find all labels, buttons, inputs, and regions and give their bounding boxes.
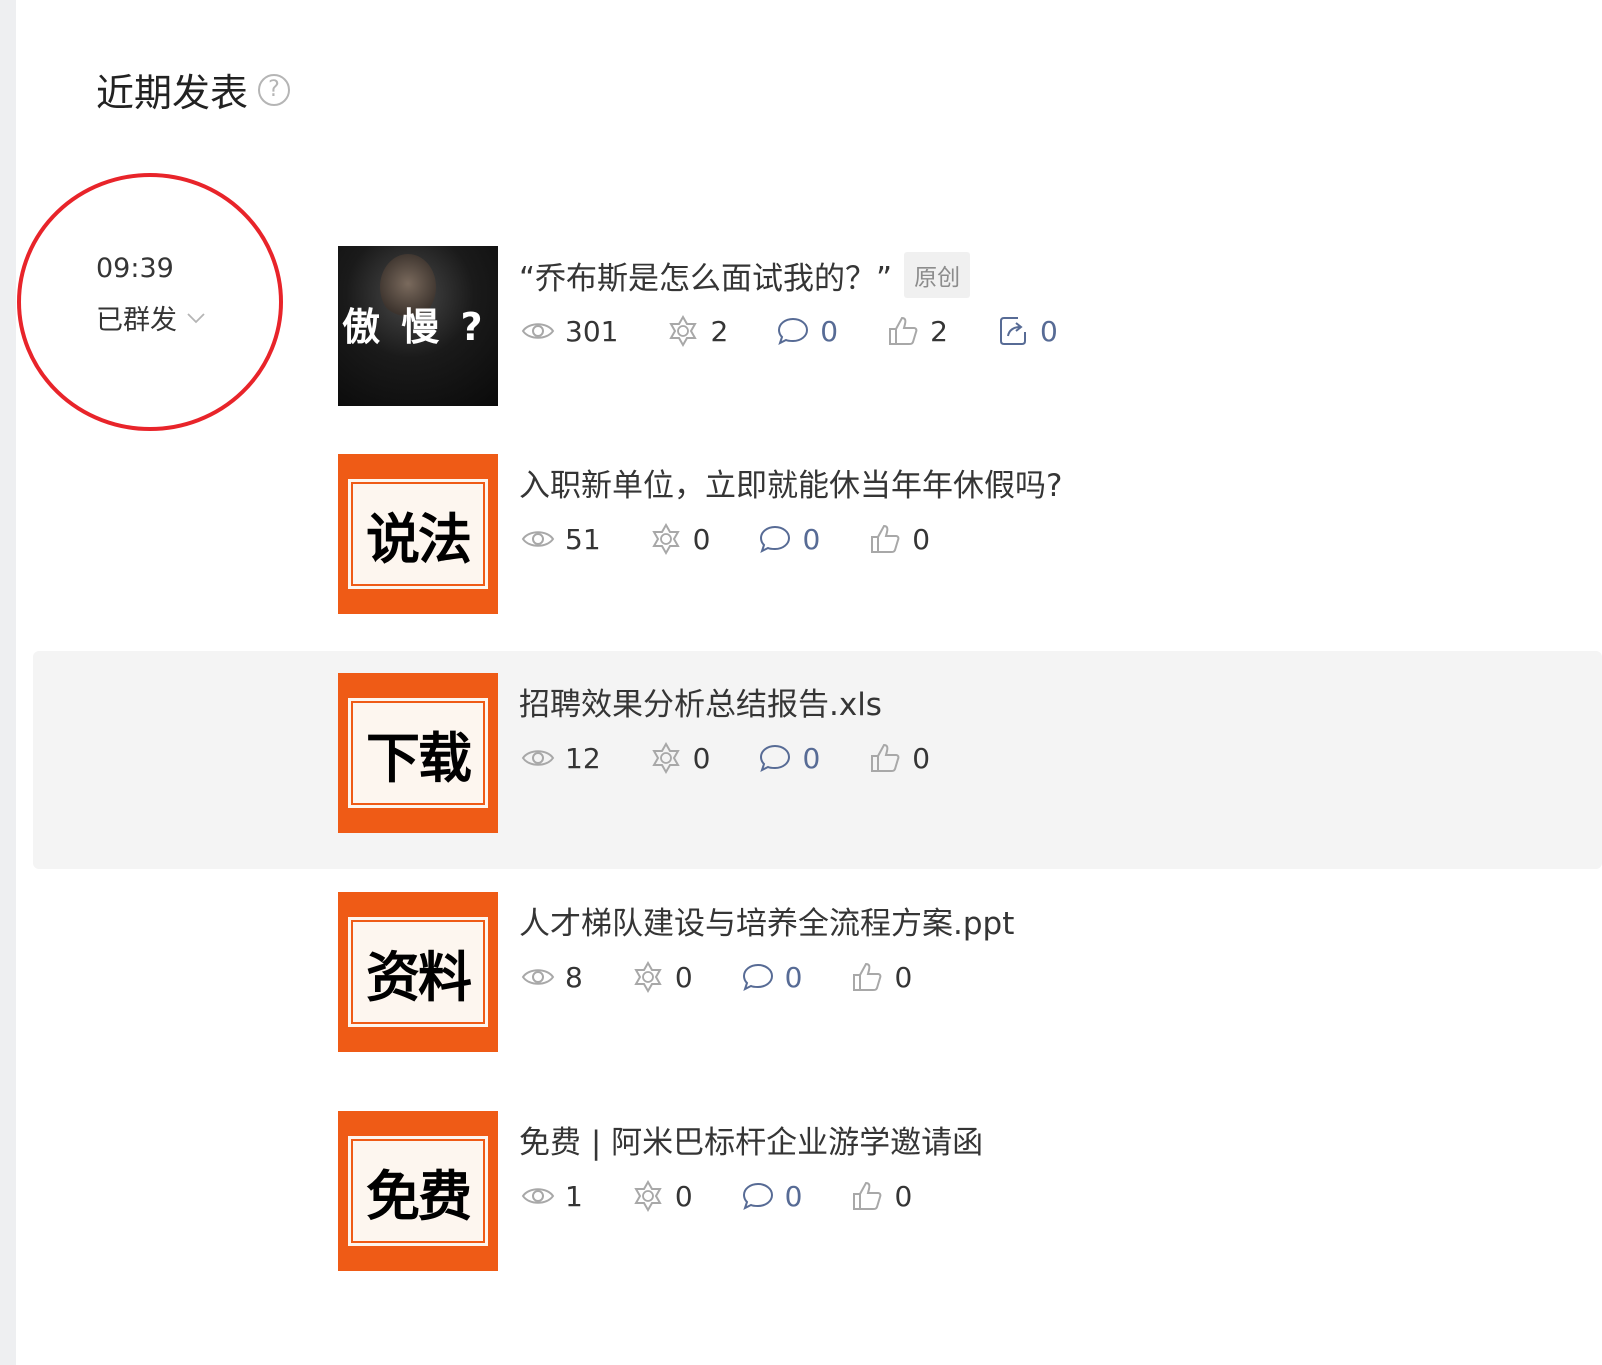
sidebar-edge <box>0 0 16 1365</box>
likes-stat: 0 <box>868 741 930 775</box>
comments-stat[interactable]: 0 <box>741 1179 802 1213</box>
thumbs-up-icon <box>853 962 882 991</box>
comments-stat[interactable]: 0 <box>776 314 838 348</box>
section-title: 近期发表 ? <box>96 62 291 117</box>
original-badge: 原创 <box>904 252 971 298</box>
likes-stat: 2 <box>886 314 948 348</box>
article-title[interactable]: 人才梯队建设与培养全流程方案.ppt <box>519 898 1014 943</box>
article-title[interactable]: 招聘效果分析总结报告.xls <box>519 679 882 724</box>
eye-icon <box>521 969 555 985</box>
thumbnail-caption: 免费 <box>348 1136 488 1246</box>
article-title-text: 招聘效果分析总结报告.xls <box>519 687 882 723</box>
article-thumbnail[interactable]: 傲 慢 ? ! <box>338 246 521 406</box>
thumbnail-caption: 资料 <box>348 917 488 1027</box>
article-stats: 12 0 0 0 <box>521 738 978 778</box>
eye-icon <box>521 1188 555 1204</box>
article-stats: 301 2 0 2 0 <box>521 311 1106 351</box>
comments-stat[interactable]: 0 <box>758 741 820 775</box>
stars-stat: 0 <box>631 1179 693 1213</box>
article-row[interactable]: 免费 免费 | 阿米巴标杆企业游学邀请函 1 0 0 0 <box>33 1089 1602 1307</box>
stars-stat: 0 <box>649 522 710 556</box>
eye-icon <box>521 750 555 766</box>
star-icon <box>634 960 662 994</box>
views-stat: 301 <box>521 314 618 348</box>
views-stat: 1 <box>521 1179 583 1213</box>
share-icon <box>999 317 1026 345</box>
question-circle-icon[interactable]: ? <box>258 73 291 106</box>
views-stat: 12 <box>521 741 601 775</box>
stars-stat: 2 <box>666 314 728 348</box>
article-title-text: 免费 | 阿米巴标杆企业游学邀请函 <box>519 1125 984 1161</box>
article-row[interactable]: 傲 慢 ? ! “乔布斯是怎么面试我的？” 原创 301 2 0 2 0 <box>33 224 1602 442</box>
thumbnail-caption: 下载 <box>348 698 488 808</box>
comments-stat[interactable]: 0 <box>758 522 820 556</box>
eye-icon <box>521 323 555 339</box>
article-thumbnail[interactable]: 说法 <box>338 454 498 614</box>
thumbnail-caption: 说法 <box>348 479 488 589</box>
article-stats: 51 0 0 0 <box>521 519 978 559</box>
likes-stat: 0 <box>850 1179 912 1213</box>
thumbs-up-icon <box>889 316 918 345</box>
article-title[interactable]: “乔布斯是怎么面试我的？” 原创 <box>519 252 971 298</box>
thumbs-up-icon <box>871 743 900 772</box>
thumbnail-caption: 傲 慢 ? ! <box>342 305 526 349</box>
comment-icon <box>742 963 773 991</box>
likes-stat: 0 <box>868 522 930 556</box>
shares-stat[interactable]: 0 <box>996 314 1058 348</box>
comment-icon <box>778 317 809 345</box>
star-icon <box>651 522 680 556</box>
article-title[interactable]: 免费 | 阿米巴标杆企业游学邀请函 <box>519 1117 983 1162</box>
article-row[interactable]: 说法 入职新单位，立即就能休当年年休假吗? 51 0 0 0 <box>33 432 1602 650</box>
comment-icon <box>742 1182 773 1210</box>
thumbs-up-icon <box>853 1181 882 1210</box>
star-icon <box>634 1179 662 1213</box>
article-title-text: 入职新单位，立即就能休当年年休假吗? <box>519 468 1063 504</box>
comments-stat[interactable]: 0 <box>741 960 802 994</box>
star-icon <box>669 314 698 348</box>
thumbs-up-icon <box>871 524 900 553</box>
article-thumbnail[interactable]: 免费 <box>338 1111 498 1271</box>
article-row[interactable]: 下载 招聘效果分析总结报告.xls 12 0 0 0 <box>33 651 1602 869</box>
stars-stat: 0 <box>631 960 693 994</box>
article-title-text: 人才梯队建设与培养全流程方案.ppt <box>519 906 1015 942</box>
star-icon <box>651 741 680 775</box>
article-thumbnail[interactable]: 下载 <box>338 673 498 833</box>
comment-icon <box>760 744 791 772</box>
article-title[interactable]: 入职新单位，立即就能休当年年休假吗? <box>519 460 1062 505</box>
section-title-text: 近期发表 <box>96 71 249 115</box>
article-row[interactable]: 资料 人才梯队建设与培养全流程方案.ppt 8 0 0 0 <box>33 870 1602 1088</box>
article-title-text: “乔布斯是怎么面试我的？” <box>519 260 893 297</box>
comment-icon <box>760 525 791 553</box>
article-stats: 1 0 0 0 <box>521 1176 960 1216</box>
stars-stat: 0 <box>649 741 710 775</box>
article-stats: 8 0 0 0 <box>521 957 960 997</box>
likes-stat: 0 <box>850 960 912 994</box>
eye-icon <box>521 531 555 547</box>
views-stat: 51 <box>521 522 601 556</box>
article-thumbnail[interactable]: 资料 <box>338 892 498 1052</box>
views-stat: 8 <box>521 960 583 994</box>
